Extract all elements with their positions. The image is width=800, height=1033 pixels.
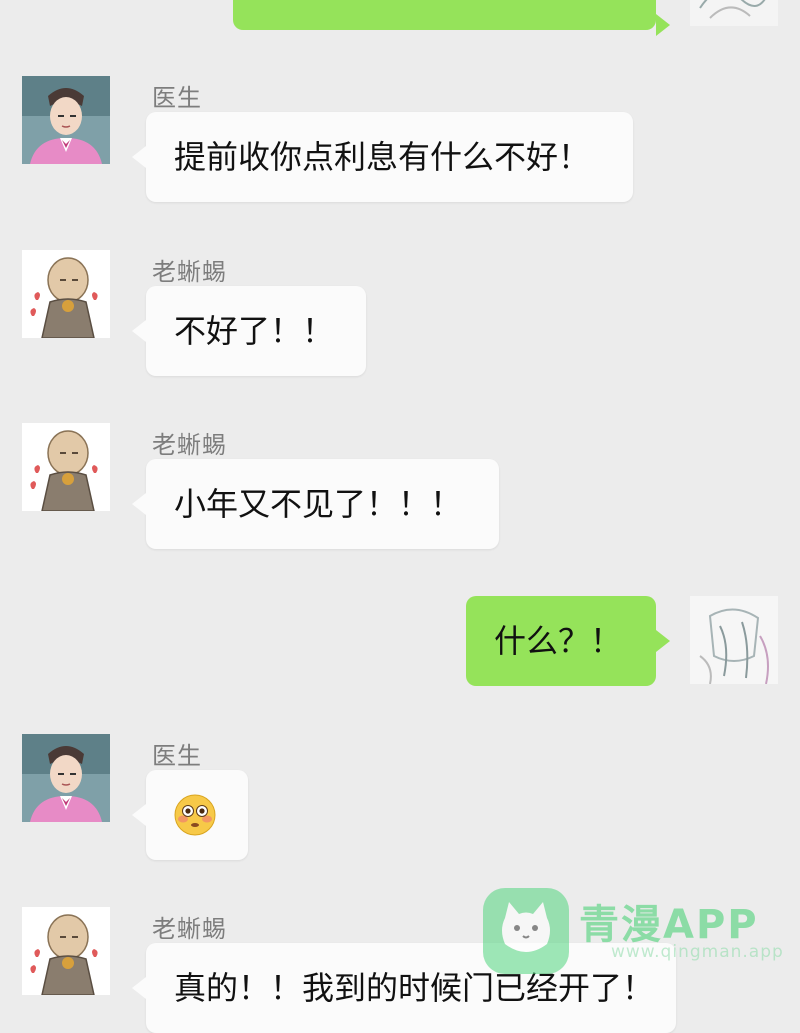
message-row: 医生 提前收你点利息有什么不好！ [0,74,800,204]
message-bubble-outgoing[interactable]: 什么？！ [466,596,670,686]
message-text: 小年又不见了！！！ [174,485,463,523]
message-row: 医生 [0,732,800,862]
self-avatar-icon [690,0,778,26]
old-lizard-avatar-icon [22,423,110,511]
doctor-avatar-icon [22,76,110,164]
old-lizard-avatar-icon [22,250,110,338]
message-bubble-incoming[interactable]: 提前收你点利息有什么不好！ [132,112,633,202]
avatar-old-lizard[interactable] [22,907,110,995]
old-lizard-avatar-icon [22,907,110,995]
avatar-doctor[interactable] [22,76,110,164]
sender-name: 老蜥蜴 [152,258,227,286]
avatar-self[interactable] [690,596,778,684]
sender-name: 老蜥蜴 [152,915,227,943]
message-text: 什么？！ [494,622,623,660]
message-text: 不好了！！ [174,312,335,350]
message-row: 什么？！ [0,594,800,689]
message-bubble-incoming[interactable]: 不好了！！ [132,286,366,376]
avatar-old-lizard[interactable] [22,423,110,511]
sender-name: 老蜥蜴 [152,431,227,459]
avatar-self[interactable] [690,0,778,26]
cat-logo-icon [483,888,569,974]
message-bubble-incoming[interactable]: 小年又不见了！！！ [132,459,499,549]
avatar-doctor[interactable] [22,734,110,822]
watermark-url: www.qingman.app [611,942,784,962]
flushed-face-emoji-icon [174,794,216,836]
message-row-partial [0,0,800,36]
message-text: 提前收你点利息有什么不好！ [174,138,591,176]
message-bubble-incoming[interactable] [132,770,248,860]
message-bubble-outgoing-partial[interactable] [233,0,670,36]
message-row: 老蜥蜴 小年又不见了！！！ [0,421,800,551]
sender-name: 医生 [152,84,202,112]
avatar-old-lizard[interactable] [22,250,110,338]
message-row: 老蜥蜴 不好了！！ [0,248,800,378]
sender-name: 医生 [152,742,202,770]
self-avatar-icon [690,596,778,684]
app-watermark: 青漫APP www.qingman.app [483,888,783,978]
doctor-avatar-icon [22,734,110,822]
